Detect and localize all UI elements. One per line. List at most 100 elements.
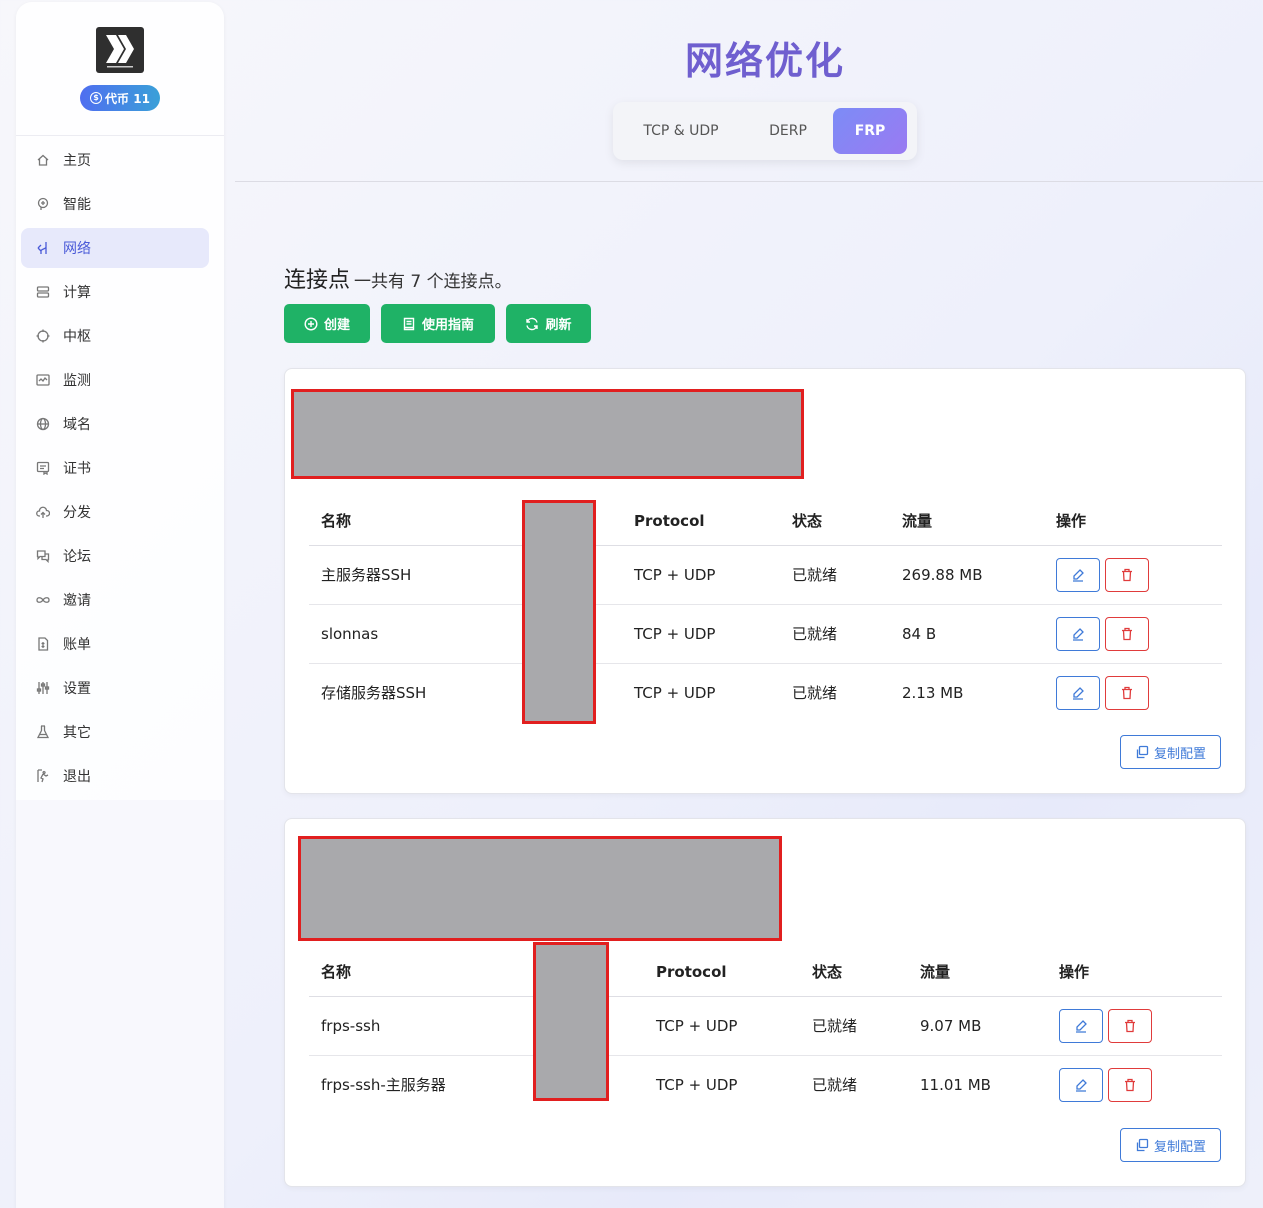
copy-config-button[interactable]: 复制配置 (1120, 1128, 1221, 1162)
row-protocol: TCP + UDP (634, 683, 716, 702)
trash-icon (1125, 1078, 1135, 1091)
sidebar-item-domain[interactable]: 域名 (21, 404, 209, 444)
edit-button[interactable] (1056, 675, 1100, 710)
refresh-icon (525, 317, 539, 331)
sidebar-item-label: 退出 (63, 769, 91, 785)
sidebar-item-label: 账单 (63, 637, 91, 653)
page-title: 网络优化 (684, 39, 845, 83)
edit-icon (1073, 627, 1084, 641)
delete-button[interactable] (1105, 616, 1149, 651)
row-traffic: 9.07 MB (908, 996, 1047, 1056)
row-actions (1044, 604, 1222, 664)
row-name: frps-ssh (309, 996, 533, 1056)
sidebar-item-label: 计算 (63, 285, 91, 301)
cloud-upload-icon (35, 504, 51, 520)
sliders-icon (35, 680, 51, 696)
tab-derp[interactable]: DERP (743, 108, 833, 154)
sidebar-item-label: 设置 (63, 681, 91, 697)
sidebar-item-label: 分发 (63, 505, 91, 521)
sidebar-item-monitor[interactable]: 监测 (21, 360, 209, 400)
edit-button[interactable] (1056, 557, 1100, 592)
column-header-actions: 操作 (1044, 497, 1222, 546)
sidebar-item-settings[interactable]: 设置 (21, 668, 209, 708)
copy-icon (1136, 745, 1149, 759)
sidebar-item-invite[interactable]: 邀请 (21, 580, 209, 620)
delete-button[interactable] (1108, 1008, 1152, 1043)
trash-icon (1122, 568, 1132, 581)
row-protocol: TCP + UDP (622, 604, 780, 664)
column-header-traffic: 流量 (908, 948, 1047, 997)
sidebar-item-home[interactable]: 主页 (21, 140, 209, 180)
row-status: 已就绪 (780, 545, 890, 605)
sidebar-item-hub[interactable]: 中枢 (21, 316, 209, 356)
section-title-text: 连接点 (284, 268, 351, 293)
sidebar-item-distribute[interactable]: 分发 (21, 492, 209, 532)
tab-tcp-udp[interactable]: TCP & UDP (619, 108, 743, 154)
sidebar-item-compute[interactable]: 计算 (21, 272, 209, 312)
trash-icon (1122, 627, 1132, 640)
sidebar-divider (16, 135, 224, 136)
redacted-card-header (291, 389, 804, 479)
copy-icon (1136, 1138, 1149, 1152)
column-header-actions: 操作 (1047, 948, 1222, 997)
sidebar-item-certificate[interactable]: 证书 (21, 448, 209, 488)
edit-icon (1073, 686, 1084, 700)
row-protocol: TCP + UDP (622, 545, 780, 605)
edit-button[interactable] (1056, 616, 1100, 651)
edit-button[interactable] (1059, 1008, 1103, 1043)
edit-button[interactable] (1059, 1067, 1103, 1102)
column-header-protocol: Protocol (622, 497, 780, 546)
coin-badge[interactable]: $ 代币 11 (80, 85, 160, 111)
delete-button[interactable] (1105, 675, 1149, 710)
server-icon (35, 284, 51, 300)
sidebar-item-label: 域名 (63, 417, 91, 433)
column-header-status: 状态 (800, 948, 908, 997)
plus-circle-icon (304, 316, 318, 331)
create-button-label: 创建 (323, 318, 350, 333)
create-button[interactable]: 创建 (284, 304, 370, 343)
sidebar-item-logout[interactable]: 退出 (21, 756, 209, 796)
row-name: slonnas (309, 604, 521, 664)
sidebar-nav: 主页 智能 网络 计算 中枢 监测 域名 证书 分发 论坛 邀请 账单 设置 其… (21, 140, 209, 800)
copy-config-button[interactable]: 复制配置 (1120, 735, 1221, 769)
sidebar-item-label: 其它 (63, 725, 91, 741)
table-header-row: 名称 Protocol 状态 流量 操作 (309, 948, 1222, 997)
globe-icon (35, 416, 51, 432)
trash-icon (1125, 1019, 1135, 1032)
column-header-name: 名称 (309, 948, 533, 997)
app-logo[interactable] (96, 27, 144, 73)
sidebar-item-forum[interactable]: 论坛 (21, 536, 209, 576)
sidebar-item-label: 监测 (63, 373, 91, 389)
row-name: 主服务器SSH (309, 545, 521, 605)
sidebar-item-network[interactable]: 网络 (21, 228, 209, 268)
header-divider (235, 181, 1263, 182)
column-header-protocol: Protocol (644, 948, 800, 997)
network-icon (35, 240, 51, 256)
table-row: 主服务器SSH TCP + UDP 已就绪 269.88 MB (309, 545, 1222, 605)
row-protocol: TCP + UDP (656, 1075, 738, 1094)
edit-icon (1076, 1078, 1087, 1092)
row-actions (1047, 1055, 1222, 1114)
column-header-status: 状态 (780, 497, 890, 546)
infinity-icon (35, 592, 51, 608)
sidebar-item-other[interactable]: 其它 (21, 712, 209, 752)
guide-button-label: 使用指南 (421, 318, 474, 333)
flask-icon (35, 724, 51, 740)
sidebar: $ 代币 11 主页 智能 网络 计算 中枢 监测 域名 证书 分发 论坛 邀请… (16, 2, 224, 1208)
redacted-card-header (298, 836, 782, 941)
delete-button[interactable] (1108, 1067, 1152, 1102)
delete-button[interactable] (1105, 557, 1149, 592)
connection-card: 名称 Protocol 状态 流量 操作 主服务器SSH TCP + UDP 已… (284, 368, 1246, 794)
row-status: 已就绪 (792, 684, 838, 702)
sidebar-item-ai[interactable]: 智能 (21, 184, 209, 224)
refresh-button[interactable]: 刷新 (506, 304, 591, 343)
connection-table: 名称 Protocol 状态 流量 操作 主服务器SSH TCP + UDP 已… (309, 497, 1222, 722)
tab-frp[interactable]: FRP (833, 108, 907, 154)
sidebar-item-bill[interactable]: 账单 (21, 624, 209, 664)
connection-table: 名称 Protocol 状态 流量 操作 frps-ssh TCP + UDP … (309, 948, 1222, 1114)
coin-icon: $ (90, 92, 103, 104)
table-row: frps-ssh TCP + UDP 已就绪 9.07 MB (309, 996, 1222, 1056)
exit-icon (35, 768, 51, 784)
row-status: 已就绪 (780, 604, 890, 664)
guide-button[interactable]: 使用指南 (381, 304, 495, 343)
